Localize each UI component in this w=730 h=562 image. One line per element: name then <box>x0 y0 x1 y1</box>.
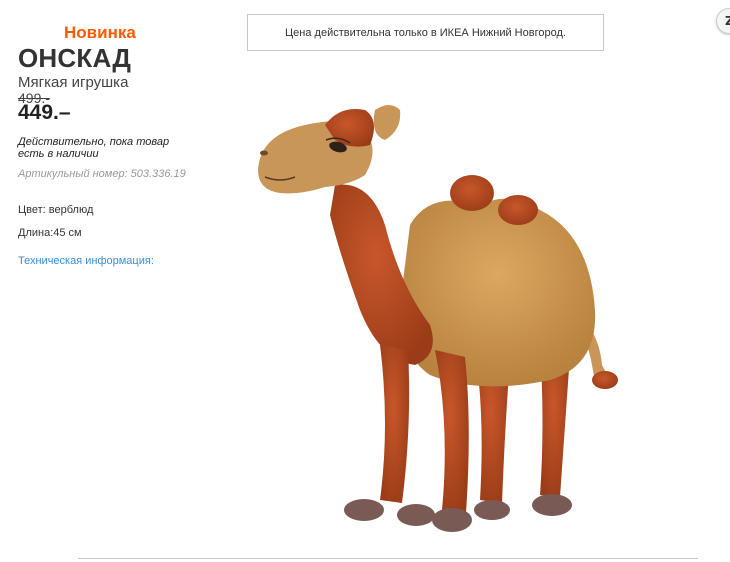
technical-info-link[interactable]: Техническая информация: <box>18 255 154 267</box>
bottom-divider <box>78 558 698 559</box>
product-color: Цвет: верблюд <box>18 204 94 216</box>
product-length: Длина:45 см <box>18 227 82 239</box>
price-validity-text: Цена действительна только в ИКЕА Нижний … <box>285 26 566 39</box>
availability-note: Действительно, пока товар есть в наличии <box>18 136 170 160</box>
product-title: ОНСКАД <box>18 43 132 73</box>
product-subtitle: Мягкая игрушка <box>18 74 129 91</box>
corner-button[interactable]: Z <box>716 8 730 34</box>
new-badge: Новинка <box>64 23 136 42</box>
article-number: Артикульный номер: 503.336.19 <box>18 168 186 180</box>
product-image-camel <box>258 105 618 532</box>
price-validity-notice: Цена действительна только в ИКЕА Нижний … <box>247 14 604 51</box>
new-price: 449.– <box>18 101 71 124</box>
